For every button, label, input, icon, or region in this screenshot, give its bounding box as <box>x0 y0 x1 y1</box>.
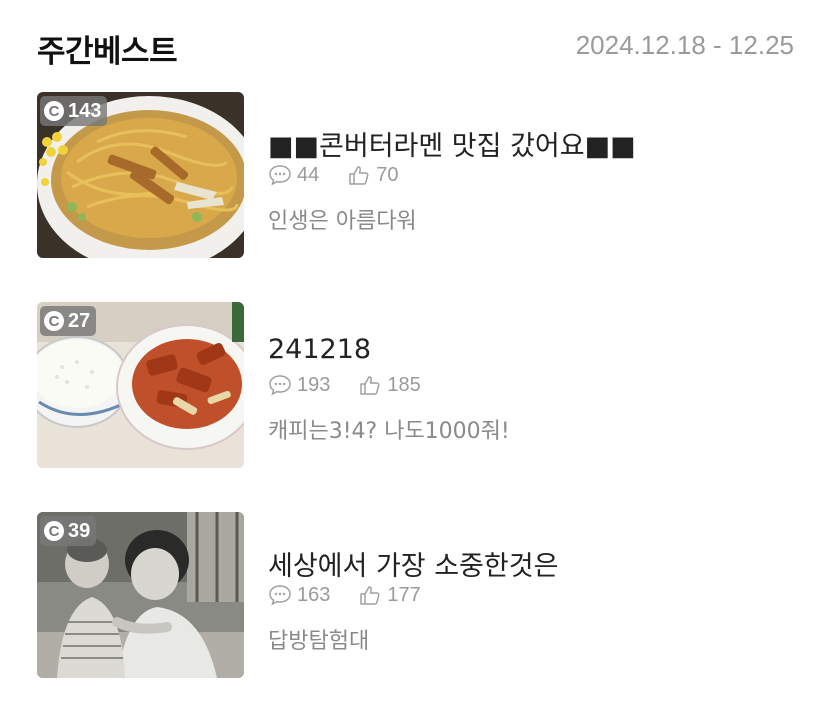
post-thumbnail[interactable]: C 27 <box>37 302 244 468</box>
comment-count: 193 <box>297 373 331 396</box>
post-meta: 44 70 <box>268 162 399 188</box>
speech-bubble-icon <box>269 375 291 396</box>
post-title[interactable]: 세상에서 가장 소중한것은 <box>268 544 558 583</box>
comment-c-icon: C <box>44 311 64 331</box>
comment-count-badge: C 39 <box>40 516 97 546</box>
post-subtitle: 인생은 아름다워 <box>268 209 417 234</box>
speech-bubble-icon <box>269 585 291 606</box>
comment-c-icon: C <box>44 521 64 541</box>
like-count: 177 <box>387 583 421 606</box>
badge-count: 27 <box>68 309 91 332</box>
weekly-best-header: 주간베스트 2024.12.18 - 12.25 <box>0 0 830 90</box>
post-title[interactable]: ■■콘버터라멘 맛집 갔어요■■ <box>268 124 636 163</box>
post-meta: 193 185 <box>268 372 421 398</box>
post-subtitle: 답방탐험대 <box>268 629 370 654</box>
thumbs-up-icon <box>360 586 380 605</box>
thumbs-up-icon <box>360 376 380 395</box>
date-range: 2024.12.18 - 12.25 <box>575 30 794 60</box>
comment-count: 163 <box>297 583 331 606</box>
speech-bubble-icon <box>269 165 291 186</box>
like-count: 185 <box>387 373 421 396</box>
comment-c-icon: C <box>44 101 64 121</box>
comment-count-badge: C 27 <box>40 306 97 336</box>
badge-count: 39 <box>68 519 91 542</box>
thumbs-up-icon <box>349 166 369 185</box>
badge-count: 143 <box>68 99 102 122</box>
post-title[interactable]: 241218 <box>268 334 371 365</box>
post-meta: 163 177 <box>268 582 421 608</box>
section-title: 주간베스트 <box>37 34 178 70</box>
best-post-item[interactable]: C 39 세상에서 가장 소중한것은 163 177 답방탐험대 <box>0 512 830 680</box>
like-count: 70 <box>376 163 399 186</box>
post-thumbnail[interactable]: C 143 <box>37 92 244 258</box>
comment-count-badge: C 143 <box>40 96 108 126</box>
best-post-item[interactable]: C 143 ■■콘버터라멘 맛집 갔어요■■ 44 70 인생은 아름다워 <box>0 92 830 260</box>
post-subtitle: 캐피는3!4? 나도1000줘! <box>268 419 510 444</box>
post-thumbnail[interactable]: C 39 <box>37 512 244 678</box>
comment-count: 44 <box>297 163 320 186</box>
best-post-item[interactable]: C 27 241218 193 185 캐피는3!4? 나도1000줘! <box>0 302 830 470</box>
